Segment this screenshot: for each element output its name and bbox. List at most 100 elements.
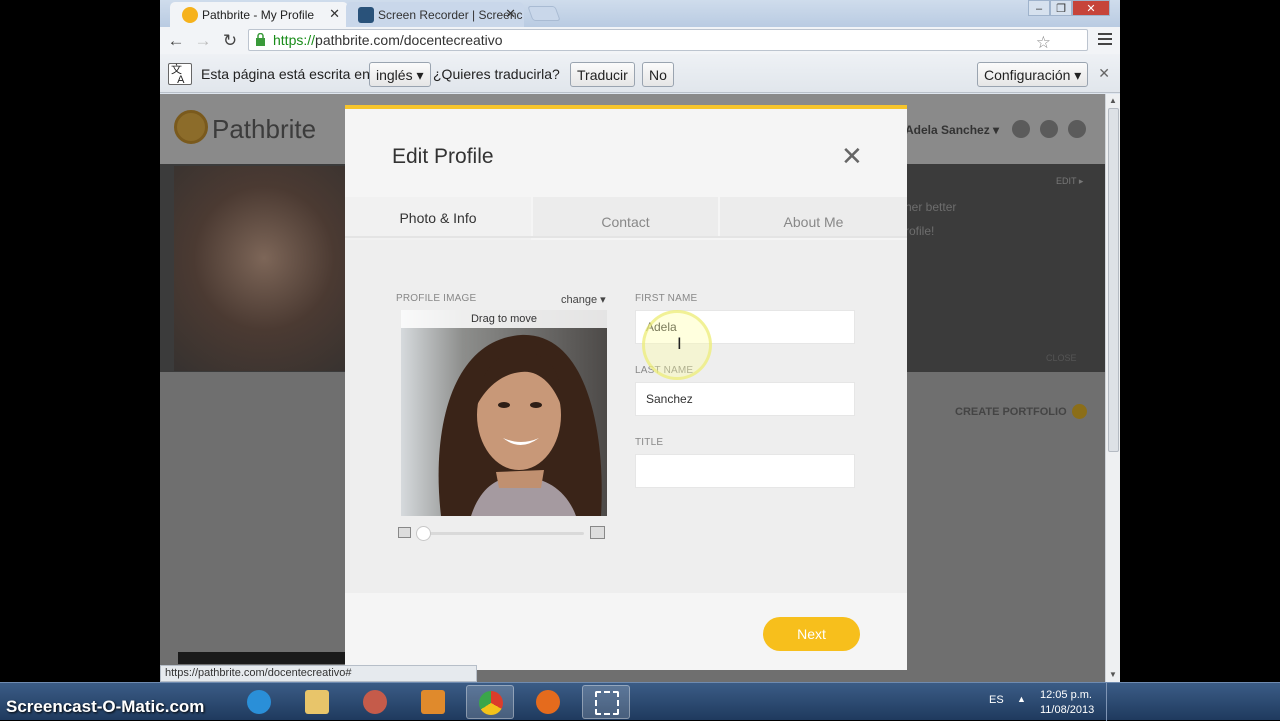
create-portfolio-link[interactable]: CREATE PORTFOLIO	[955, 406, 1067, 418]
tray-expand-icon[interactable]: ▲	[1017, 694, 1026, 704]
taskbar-firefox[interactable]	[524, 685, 572, 719]
drag-hint: Drag to move	[401, 310, 607, 328]
menu-icon[interactable]	[1098, 33, 1112, 45]
user-menu[interactable]: Adela Sanchez ▾	[905, 123, 999, 137]
tab-strip: Pathbrite - My Profile ✕ Screen Recorder…	[160, 0, 1120, 27]
forward-icon[interactable]: →	[192, 30, 214, 52]
profile-image-label: PROFILE IMAGE	[396, 293, 477, 304]
taskbar-ie[interactable]	[235, 685, 283, 719]
change-image-link[interactable]: change ▾	[561, 293, 606, 306]
edit-profile-modal: Edit Profile ✕ Photo & Info Contact Abou…	[345, 105, 907, 670]
tab-title: Screen Recorder | Screenc	[378, 8, 523, 22]
app-icon	[363, 690, 387, 714]
edit-label: EDIT	[1056, 176, 1077, 186]
close-icon[interactable]: ✕	[841, 141, 863, 172]
translate-question: ¿Quieres traducirla?	[433, 66, 560, 82]
close-icon[interactable]: ✕	[329, 6, 340, 22]
minimize-icon[interactable]: –	[1028, 0, 1050, 16]
profile-image-cropper[interactable]: Drag to move	[401, 310, 607, 516]
tab-about-me[interactable]: About Me	[720, 197, 907, 238]
user-name: Adela Sanchez	[905, 123, 990, 137]
ie-icon	[247, 690, 271, 714]
add-icon[interactable]	[1072, 404, 1087, 419]
close-link[interactable]: CLOSE	[1046, 353, 1077, 363]
clock-date[interactable]: 11/08/2013	[1040, 704, 1094, 716]
tab-title: Pathbrite - My Profile	[202, 8, 315, 22]
translate-text: Esta página está escrita en	[201, 66, 370, 82]
url-text: pathbrite.com/docentecreativo	[315, 32, 503, 48]
chrome-icon	[479, 691, 503, 715]
scroll-up-icon[interactable]: ▲	[1109, 96, 1117, 105]
watermark: Screencast-O-Matic.com	[6, 697, 205, 716]
close-icon[interactable]: ✕	[1098, 65, 1110, 82]
tab-pathbrite[interactable]: Pathbrite - My Profile ✕	[170, 2, 348, 27]
title-field[interactable]	[635, 454, 855, 488]
screencast-favicon	[358, 7, 374, 23]
tab-contact[interactable]: Contact	[533, 197, 718, 238]
maximize-icon[interactable]: ❐	[1050, 0, 1072, 16]
taskbar-app-4[interactable]	[409, 685, 457, 719]
taskbar-screen-recorder[interactable]	[582, 685, 630, 719]
zoom-slider-handle[interactable]	[416, 526, 431, 541]
tab-screen-recorder[interactable]: Screen Recorder | Screenc ✕	[346, 2, 524, 27]
title-label: TITLE	[635, 437, 664, 448]
translate-icon: 文 A	[168, 63, 192, 86]
windows-taskbar: Screencast-O-Matic.com ES ▲ 12:05 p.m. 1…	[0, 682, 1280, 721]
text-cursor-icon: I	[677, 334, 682, 353]
folder-icon	[305, 690, 329, 714]
scroll-thumb[interactable]	[1108, 108, 1119, 452]
address-bar[interactable]: https://pathbrite.com/docentecreativo ☆	[248, 29, 1088, 53]
language-indicator[interactable]: ES	[989, 694, 1004, 706]
list-icon[interactable]	[1040, 120, 1058, 138]
close-icon[interactable]: ✕	[505, 6, 516, 22]
banner-text: rofile!	[905, 224, 935, 238]
browser-window: Pathbrite - My Profile ✕ Screen Recorder…	[160, 0, 1120, 690]
profile-image	[401, 310, 607, 516]
change-label: change	[561, 294, 598, 306]
edit-link[interactable]: EDIT ▸	[1056, 176, 1083, 187]
window-close-icon[interactable]: ✕	[1072, 0, 1110, 16]
screen-capture-icon	[595, 691, 619, 715]
app-icon	[421, 690, 445, 714]
show-desktop-button[interactable]	[1106, 683, 1120, 721]
language-select[interactable]: inglés ▾	[369, 62, 431, 87]
back-icon[interactable]: ←	[165, 30, 187, 52]
scroll-down-icon[interactable]: ▼	[1109, 670, 1117, 679]
profile-photo	[174, 166, 374, 371]
next-button[interactable]: Next	[763, 617, 860, 651]
language-value: inglés	[376, 67, 413, 83]
zoom-slider-track[interactable]	[424, 532, 584, 535]
reload-icon[interactable]: ↻	[219, 30, 241, 52]
settings-button[interactable]: Configuración ▾	[977, 62, 1089, 87]
settings-label: Configuración	[984, 67, 1071, 83]
taskbar-app-3[interactable]	[351, 685, 399, 719]
zoom-small-icon	[398, 527, 411, 538]
site-logo[interactable]: Pathbrite	[212, 114, 316, 145]
url-scheme: https://	[273, 32, 316, 48]
pathbrite-logo-icon	[174, 110, 208, 144]
new-tab-button[interactable]	[527, 6, 561, 21]
tab-photo-info[interactable]: Photo & Info	[345, 197, 531, 241]
modal-tabs: Photo & Info Contact About Me	[345, 197, 907, 241]
no-button[interactable]: No	[642, 62, 674, 87]
last-name-field[interactable]	[635, 382, 855, 416]
clock-time[interactable]: 12:05 p.m.	[1040, 689, 1092, 701]
zoom-large-icon	[590, 526, 605, 539]
vertical-scrollbar[interactable]: ▲ ▼	[1105, 94, 1120, 682]
taskbar-explorer[interactable]	[293, 685, 341, 719]
banner-text: her better	[905, 200, 957, 214]
modal-title: Edit Profile	[392, 145, 494, 168]
taskbar-chrome[interactable]	[466, 685, 514, 719]
lock-icon	[256, 33, 265, 46]
tabs-divider	[345, 236, 907, 238]
status-bubble: https://pathbrite.com/docentecreativo#	[160, 665, 477, 682]
refresh-icon[interactable]	[1012, 120, 1030, 138]
star-icon[interactable]: ☆	[1036, 33, 1051, 53]
translate-bar: 文 A Esta página está escrita en inglés ▾…	[160, 54, 1120, 93]
translate-button[interactable]: Traducir	[570, 62, 635, 87]
first-name-label: FIRST NAME	[635, 293, 698, 304]
firefox-icon	[536, 690, 560, 714]
pathbrite-favicon	[182, 7, 198, 23]
help-icon[interactable]	[1068, 120, 1086, 138]
browser-toolbar: ← → ↻ https://pathbrite.com/docentecreat…	[160, 27, 1120, 54]
